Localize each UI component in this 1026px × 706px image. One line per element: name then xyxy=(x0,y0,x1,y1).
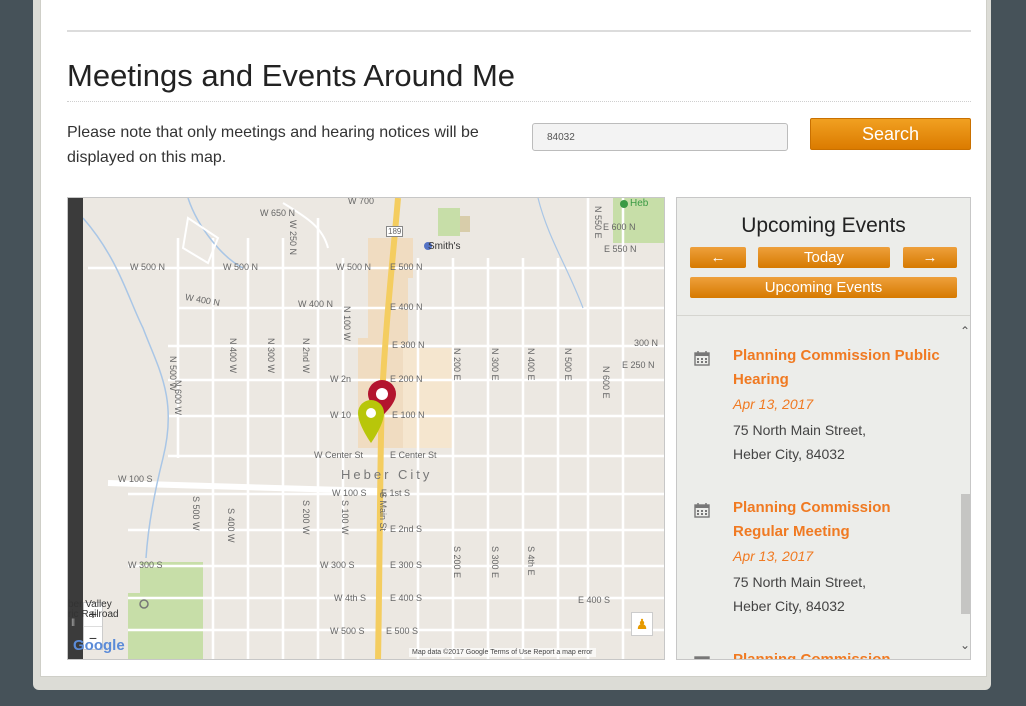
event-date: Apr 13, 2017 xyxy=(733,548,814,564)
city-label: Heber City xyxy=(341,467,433,482)
street-label: N 550 E xyxy=(593,206,603,239)
street-label: W 500 N xyxy=(336,262,372,272)
street-label: S Main St xyxy=(378,492,388,532)
street-label: S 200 W xyxy=(301,500,311,535)
scroll-up-icon[interactable]: ⌃ xyxy=(958,324,970,338)
building-area xyxy=(460,216,470,232)
street-label: N 600 E xyxy=(601,366,611,399)
street-label: W 400 N xyxy=(298,299,334,309)
street-label: E 200 N xyxy=(390,374,423,384)
street-label: E 500 S xyxy=(386,626,419,636)
event-title-link[interactable]: Planning Commission Regular Meeting xyxy=(733,496,943,544)
street-label: N 500 W xyxy=(168,356,178,392)
panel-title: Upcoming Events xyxy=(741,214,906,237)
street-label: E 500 N xyxy=(390,262,423,272)
street-label: N 2nd W xyxy=(301,338,311,374)
street-label: N 300 W xyxy=(266,338,276,374)
google-logo: Google xyxy=(73,637,125,654)
upcoming-events-button[interactable]: Upcoming Events xyxy=(690,277,957,298)
street-label: E 300 N xyxy=(392,340,425,350)
event-title-link[interactable]: Planning Commission xyxy=(733,648,943,659)
street-label: W 10 xyxy=(330,410,352,420)
event-address: 75 North Main Street, xyxy=(733,574,867,590)
street-label: W Center St xyxy=(314,450,364,460)
title-divider xyxy=(67,101,971,102)
street-label: N 200 E xyxy=(452,348,462,381)
street-label: W 500 N xyxy=(223,262,259,272)
map-note: Please note that only meetings and heari… xyxy=(67,124,479,166)
street-label: W 250 N xyxy=(288,220,298,256)
street-label: N 400 E xyxy=(526,348,536,381)
events-scrollbar[interactable]: ⌃ ⌄ xyxy=(958,316,970,659)
street-label: E Center St xyxy=(390,450,437,460)
prev-arrow-button[interactable]: ← xyxy=(690,247,746,268)
divider xyxy=(67,30,971,32)
street-label: W 650 N xyxy=(260,208,296,218)
events-list[interactable]: Planning Commission Public Hearing Apr 1… xyxy=(677,316,957,659)
street-label: E 100 N xyxy=(392,410,425,420)
park-icon xyxy=(620,200,628,208)
street-view-pegman-icon[interactable]: ♟ xyxy=(631,612,653,636)
street-label: N 100 W xyxy=(342,306,352,342)
street-label: E 400 S xyxy=(390,593,423,603)
calendar-icon xyxy=(694,351,710,366)
street-label: E 2nd S xyxy=(390,524,423,534)
street-label: E 300 S xyxy=(390,560,423,570)
street-label: W 2n xyxy=(330,374,352,384)
street-label: W 100 S xyxy=(118,474,153,484)
map-attribution[interactable]: Map data ©2017 Google Terms of Use Repor… xyxy=(409,648,596,657)
event-address: 75 North Main Street, xyxy=(733,422,867,438)
map-side-strip xyxy=(68,198,83,659)
calendar-icon xyxy=(694,503,710,518)
place-label: Heb xyxy=(630,198,649,209)
scrollbar-thumb[interactable] xyxy=(961,494,970,614)
place-label: Smith's xyxy=(428,241,461,252)
street-label: S 500 W xyxy=(191,496,201,531)
street-label: S 4th E xyxy=(526,546,536,576)
street-label: N 400 W xyxy=(228,338,238,374)
upcoming-events-panel: Upcoming Events ← Today → Upcoming Event… xyxy=(676,197,971,660)
place-label: ric Railroad xyxy=(68,609,119,620)
street-label: S 100 W xyxy=(340,500,350,535)
page-title: Meetings and Events Around Me xyxy=(67,58,516,93)
street-label: W 700 xyxy=(348,197,375,206)
street-label: E 550 N xyxy=(604,244,637,254)
street-label: E 400 N xyxy=(390,302,423,312)
zip-search-input[interactable] xyxy=(532,123,788,151)
street-label: E 250 N xyxy=(622,360,655,370)
event-title-link[interactable]: Planning Commission Public Hearing xyxy=(733,344,943,392)
park-area xyxy=(438,208,460,236)
street-label: E 600 N xyxy=(603,222,636,232)
event-address: Heber City, 84032 xyxy=(733,598,845,614)
street-label: W 500 S xyxy=(330,626,365,636)
street-label: W 4th S xyxy=(334,593,367,603)
search-button[interactable]: Search xyxy=(810,118,971,150)
street-label: W 500 N xyxy=(130,262,166,272)
scroll-down-icon[interactable]: ⌄ xyxy=(958,638,970,652)
street-label: W 300 S xyxy=(128,560,163,570)
street-label: N 500 E xyxy=(563,348,573,381)
block-area xyxy=(403,348,453,448)
drag-handle-icon[interactable]: ‖ xyxy=(71,618,77,632)
events-map[interactable]: ‖ + − W 650 N W 700 W 500 N W 500 N W 50… xyxy=(67,197,665,660)
street-label: N 300 E xyxy=(490,348,500,381)
street-label: S 400 W xyxy=(226,508,236,543)
street-label: W 100 S xyxy=(332,488,367,498)
street-label: W 300 S xyxy=(320,560,355,570)
street-label: E 400 S xyxy=(578,595,611,605)
event-date: Apr 13, 2017 xyxy=(733,396,814,412)
highway-shield: 189 xyxy=(386,226,404,237)
street-label: 300 N xyxy=(634,338,659,348)
today-button[interactable]: Today xyxy=(758,247,890,268)
calendar-icon xyxy=(694,656,710,659)
street-label: S 200 E xyxy=(452,546,462,579)
next-arrow-button[interactable]: → xyxy=(903,247,957,268)
street-label: S 300 E xyxy=(490,546,500,579)
event-address: Heber City, 84032 xyxy=(733,446,845,462)
